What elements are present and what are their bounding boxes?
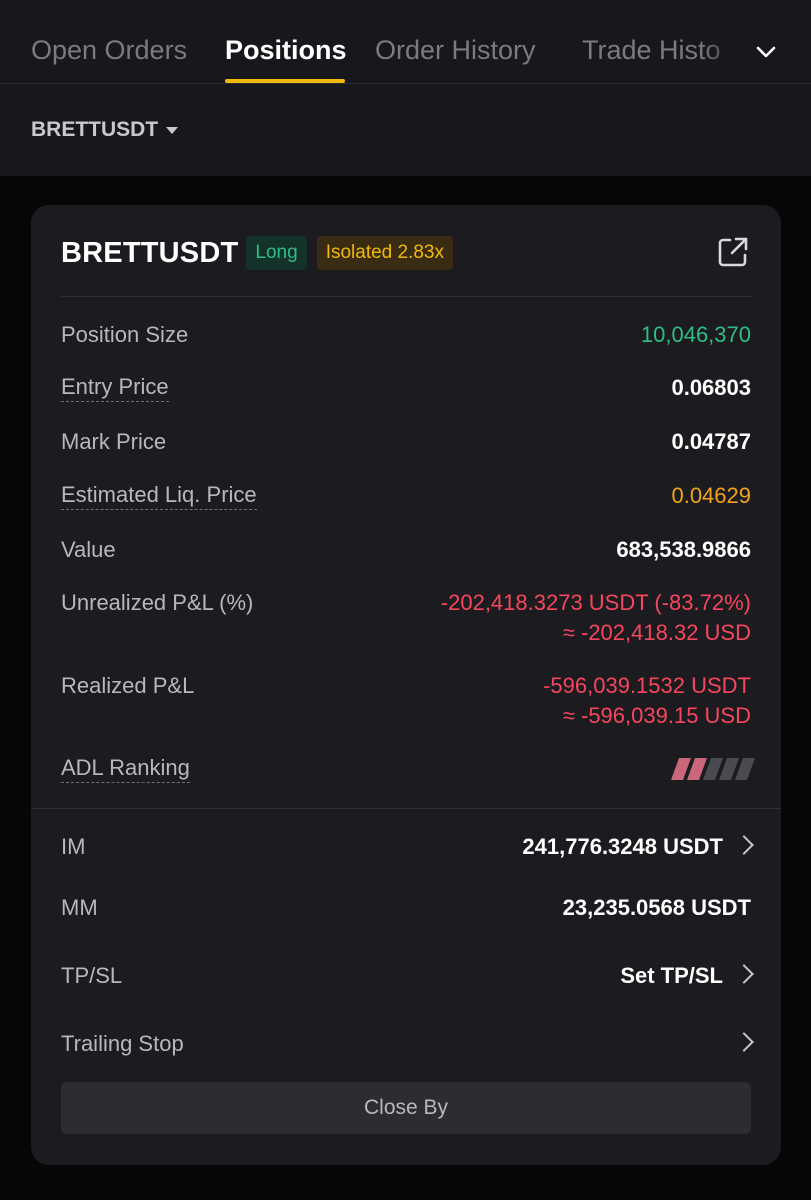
chevron-right-icon <box>734 964 754 984</box>
tab-bar: Open Orders Positions Order History Trad… <box>0 0 811 84</box>
margin-mode-badge[interactable]: Isolated 2.83x <box>316 236 453 270</box>
tpsl-action-wrap: Set TP/SL <box>620 961 754 991</box>
im-value-wrap: 241,776.3248 USDT <box>522 832 754 862</box>
top-bar: Open Orders Positions Order History Trad… <box>0 0 811 176</box>
tab-open-orders[interactable]: Open Orders <box>31 30 187 70</box>
position-size-value: 10,046,370 <box>640 322 751 347</box>
section-divider <box>31 808 781 809</box>
value-label: Value <box>61 537 116 562</box>
mm-value: 23,235.0568 USDT <box>562 895 751 920</box>
tpsl-label: TP/SL <box>61 963 123 988</box>
chevron-right-icon <box>734 835 754 855</box>
set-tpsl-link[interactable]: Set TP/SL <box>620 963 723 988</box>
unrealized-pnl-value: -202,418.3273 USDT (-83.72%) <box>440 590 751 615</box>
active-tab-indicator <box>225 79 345 83</box>
header-divider <box>61 296 751 297</box>
mm-label: MM <box>61 895 98 920</box>
im-value: 241,776.3248 USDT <box>522 834 723 859</box>
position-card: BRETTUSDT Long Isolated 2.83x Position S… <box>31 205 781 1165</box>
trailing-stop-action <box>723 1029 754 1059</box>
realized-pnl-value: -596,039.1532 USDT <box>543 673 751 698</box>
position-symbol: BRETTUSDT <box>61 236 239 269</box>
adl-ranking-indicator <box>670 758 756 780</box>
unrealized-pnl-label: Unrealized P&L (%) <box>61 590 254 615</box>
realized-pnl-label: Realized P&L <box>61 673 195 698</box>
position-header: BRETTUSDT Long Isolated 2.83x <box>61 229 751 277</box>
value-value: 683,538.9866 <box>616 537 751 562</box>
tabs-more-button[interactable] <box>746 34 786 70</box>
side-badge: Long <box>246 236 307 270</box>
realized-pnl-usd: ≈ -596,039.15 USD <box>562 703 751 728</box>
chevron-down-icon <box>756 46 776 58</box>
unrealized-pnl-usd: ≈ -202,418.32 USD <box>562 620 751 645</box>
chevron-right-icon <box>734 1032 754 1052</box>
external-link-icon[interactable] <box>715 234 751 270</box>
tab-order-history[interactable]: Order History <box>375 30 536 70</box>
adl-bar <box>734 758 756 780</box>
adl-ranking-label[interactable]: ADL Ranking <box>61 754 190 783</box>
close-by-button[interactable]: Close By <box>61 1082 751 1134</box>
position-size-label: Position Size <box>61 322 189 347</box>
trailing-stop-label: Trailing Stop <box>61 1031 184 1056</box>
symbol-filter-dropdown[interactable]: BRETTUSDT <box>31 114 179 146</box>
caret-down-icon <box>166 126 179 134</box>
entry-price-label[interactable]: Entry Price <box>61 373 169 402</box>
im-label: IM <box>61 834 86 859</box>
entry-price-value: 0.06803 <box>671 375 751 400</box>
mark-price-label: Mark Price <box>61 429 167 454</box>
tab-positions[interactable]: Positions <box>225 30 347 70</box>
liq-price-label[interactable]: Estimated Liq. Price <box>61 481 257 510</box>
symbol-filter-label: BRETTUSDT <box>31 118 159 141</box>
liq-price-value: 0.04629 <box>671 483 751 508</box>
mark-price-value: 0.04787 <box>671 429 751 454</box>
tab-fade <box>700 20 750 80</box>
